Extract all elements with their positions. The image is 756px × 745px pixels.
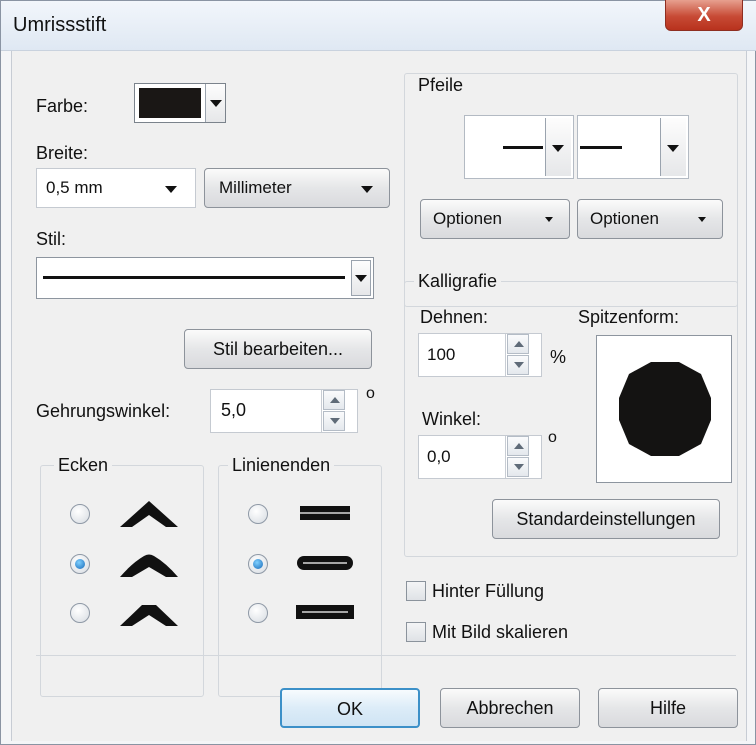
nib-shape-icon <box>619 362 711 456</box>
angle-label: Winkel: <box>422 409 482 429</box>
chevron-down-icon <box>361 186 373 193</box>
miter-corner-icon <box>120 501 178 527</box>
square-cap-icon <box>296 605 354 619</box>
color-picker[interactable] <box>134 83 226 123</box>
corners-label: Ecken <box>54 455 113 476</box>
end-arrow-preview <box>580 146 622 149</box>
chevron-down-icon <box>165 186 177 193</box>
arrow-down-icon <box>514 464 524 470</box>
angle-spinner[interactable] <box>505 436 529 478</box>
spin-down-button[interactable] <box>507 457 529 477</box>
chevron-down-icon <box>698 217 706 222</box>
spin-up-button[interactable] <box>323 390 345 410</box>
start-arrow-options-button[interactable]: Optionen <box>420 199 570 239</box>
round-corner-icon <box>120 554 178 577</box>
chevron-down-icon <box>355 275 367 282</box>
spin-up-button[interactable] <box>507 436 529 456</box>
arrows-label: Pfeile <box>414 75 468 96</box>
line-caps-group <box>218 465 382 697</box>
degree-unit-label: o <box>366 385 375 402</box>
spin-down-button[interactable] <box>323 411 345 431</box>
chevron-down-icon <box>552 145 564 152</box>
unit-value: Millimeter <box>219 178 292 197</box>
butt-cap-icon <box>300 506 350 520</box>
width-label: Breite: <box>36 143 89 163</box>
cap-round-radio[interactable] <box>248 554 268 574</box>
percent-unit-label: % <box>550 347 567 367</box>
scale-with-image-checkbox[interactable] <box>406 622 426 642</box>
solid-line-preview <box>43 276 345 279</box>
color-label: Farbe: <box>36 96 89 116</box>
nib-shape-preview[interactable] <box>596 335 732 483</box>
outline-pen-dialog: Umrissstift X Farbe: Breite: 0,5 mm Mill… <box>0 0 756 745</box>
window-title: Umrissstift <box>13 14 107 36</box>
stretch-value: 100 <box>427 345 456 364</box>
start-arrow-preview <box>503 146 543 149</box>
corner-round-radio[interactable] <box>70 554 90 574</box>
line-style-select[interactable] <box>36 257 374 299</box>
defaults-button[interactable]: Standardeinstellungen <box>492 499 720 539</box>
scale-with-image-label: Mit Bild skalieren <box>432 622 569 642</box>
angle-input[interactable]: 0,0 <box>418 435 542 479</box>
footer-divider <box>36 655 736 656</box>
angle-value: 0,0 <box>427 447 451 466</box>
arrow-up-icon <box>514 341 524 347</box>
miter-angle-value: 5,0 <box>221 400 247 420</box>
corner-miter-radio[interactable] <box>70 504 90 524</box>
style-label: Stil: <box>36 229 67 249</box>
angle-degree-unit-label: o <box>548 429 557 446</box>
dialog-body: Farbe: Breite: 0,5 mm Millimeter Stil: S… <box>11 51 747 741</box>
nib-shape-label: Spitzenform: <box>578 307 680 327</box>
spin-down-button[interactable] <box>507 355 529 375</box>
stretch-spinner[interactable] <box>505 334 529 376</box>
corner-bevel-radio[interactable] <box>70 603 90 623</box>
line-style-dropdown-button[interactable] <box>351 260 371 296</box>
behind-fill-label: Hinter Füllung <box>432 581 545 601</box>
end-arrow-options-label: Optionen <box>590 209 659 228</box>
unit-select[interactable]: Millimeter <box>204 168 390 208</box>
end-arrow-select[interactable] <box>577 115 689 179</box>
width-value: 0,5 mm <box>46 178 103 197</box>
cap-square-radio[interactable] <box>248 603 268 623</box>
end-arrow-options-button[interactable]: Optionen <box>577 199 723 239</box>
miter-angle-input[interactable]: 5,0 <box>210 389 358 433</box>
round-cap-icon <box>297 556 353 570</box>
chevron-down-icon <box>667 145 679 152</box>
miter-angle-spinner[interactable] <box>321 390 345 432</box>
arrow-down-icon <box>514 362 524 368</box>
arrow-up-icon <box>514 443 524 449</box>
close-button[interactable]: X <box>665 0 743 31</box>
stretch-input[interactable]: 100 <box>418 333 542 377</box>
miter-angle-label: Gehrungswinkel: <box>36 401 171 421</box>
start-arrow-options-label: Optionen <box>433 209 502 228</box>
edit-style-button[interactable]: Stil bearbeiten... <box>184 329 372 369</box>
cap-butt-radio[interactable] <box>248 504 268 524</box>
stretch-label: Dehnen: <box>420 307 489 327</box>
color-dropdown-button[interactable] <box>205 84 225 122</box>
bevel-corner-icon <box>120 605 178 626</box>
arrow-down-icon <box>330 418 340 424</box>
arrow-up-icon <box>330 397 340 403</box>
end-arrow-dropdown-button[interactable] <box>660 118 686 176</box>
help-button[interactable]: Hilfe <box>598 688 738 728</box>
start-arrow-select[interactable] <box>464 115 574 179</box>
width-select[interactable]: 0,5 mm <box>36 168 196 208</box>
start-arrow-dropdown-button[interactable] <box>545 118 571 176</box>
ok-button[interactable]: OK <box>280 688 420 728</box>
spin-up-button[interactable] <box>507 334 529 354</box>
cancel-button[interactable]: Abbrechen <box>440 688 580 728</box>
behind-fill-checkbox[interactable] <box>406 581 426 601</box>
title-bar: Umrissstift X <box>1 0 756 51</box>
color-swatch <box>139 88 201 118</box>
chevron-down-icon <box>210 100 222 107</box>
calligraphy-label: Kalligrafie <box>414 271 502 292</box>
chevron-down-icon <box>545 217 553 222</box>
line-caps-label: Linienenden <box>228 455 335 476</box>
